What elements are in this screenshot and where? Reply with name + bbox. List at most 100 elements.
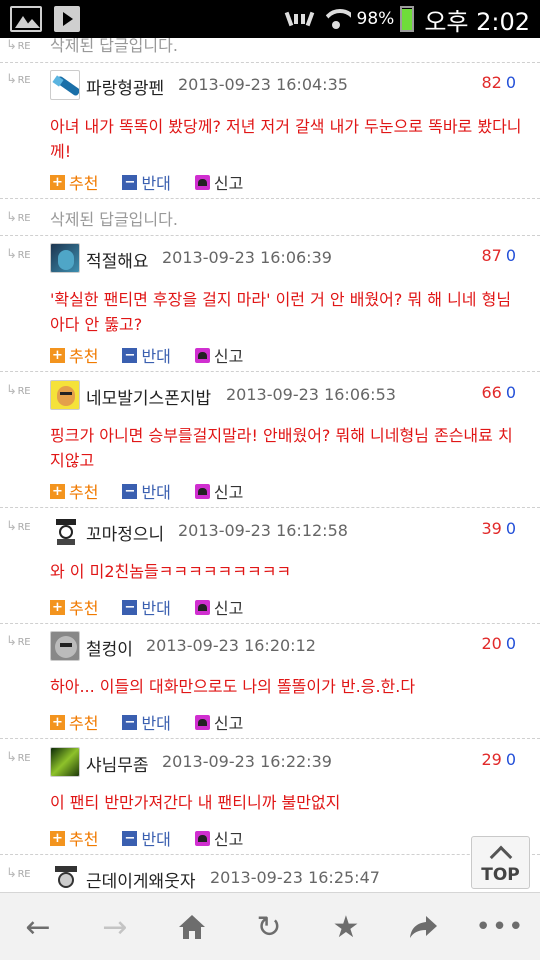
reply-marker: RE <box>6 750 31 765</box>
divider <box>0 738 540 739</box>
divider <box>0 235 540 236</box>
comment-body: 와 이 미2친놈들ㅋㅋㅋㅋㅋㅋㅋㅋㅋ <box>50 562 292 581</box>
comment-list: RE 삭제된 답글입니다. RE 파랑형광펜 2013-09-23 16:04:… <box>0 38 540 892</box>
reply-marker: RE <box>6 519 31 534</box>
forward-button[interactable]: → <box>95 907 135 947</box>
report-button[interactable]: 신고 <box>194 170 243 194</box>
author-nickname[interactable]: 근데이게왜웃자 <box>86 867 195 892</box>
scroll-to-top-button[interactable]: TOP <box>471 836 530 889</box>
report-button[interactable]: 신고 <box>194 826 243 850</box>
plus-icon: + <box>50 174 65 190</box>
share-icon <box>410 916 437 938</box>
oppose-button[interactable]: − 반대 <box>122 343 171 367</box>
oppose-button[interactable]: − 반대 <box>122 479 171 503</box>
report-button[interactable]: 신고 <box>194 595 243 619</box>
vote-score: 66 0 <box>481 383 516 402</box>
browser-toolbar: ← → ↻ ★ ••• <box>0 892 540 960</box>
upvote-count: 20 <box>481 634 502 653</box>
recommend-button[interactable]: + 추천 <box>50 595 98 619</box>
divider <box>0 371 540 372</box>
recommend-button[interactable]: + 추천 <box>50 710 98 734</box>
status-bar: 98% 오후 2:02 <box>0 0 540 38</box>
avatar[interactable] <box>50 243 80 273</box>
reply-marker: RE <box>6 72 31 87</box>
avatar[interactable] <box>50 70 80 100</box>
report-button[interactable]: 신고 <box>194 479 243 503</box>
downvote-count: 0 <box>505 246 516 265</box>
author-nickname[interactable]: 꼬마정으니 <box>86 520 164 545</box>
bookmark-button[interactable]: ★ <box>326 907 366 947</box>
list-item: RE 철컹이 2013-09-23 16:20:12 200 하아... 이들의… <box>0 628 540 738</box>
siren-icon <box>194 483 210 499</box>
reload-icon: ↻ <box>256 909 282 945</box>
avatar[interactable] <box>50 516 80 546</box>
vote-score: 29 0 <box>481 750 516 769</box>
recommend-button[interactable]: + 추천 <box>50 343 98 367</box>
home-button[interactable] <box>172 907 212 947</box>
upvote-count: 29 <box>481 750 502 769</box>
downvote-count: 0 <box>505 519 516 538</box>
gallery-icon <box>10 6 42 32</box>
report-button[interactable]: 신고 <box>194 343 243 367</box>
more-button[interactable]: ••• <box>476 907 524 947</box>
plus-icon: + <box>50 347 65 363</box>
report-button[interactable]: 신고 <box>194 710 243 734</box>
deleted-reply-text: 삭제된 답글입니다. <box>50 38 178 55</box>
oppose-button[interactable]: − 반대 <box>122 710 171 734</box>
deleted-reply-text: 삭제된 답글입니다. <box>50 210 178 229</box>
vote-score: 87 0 <box>481 246 516 265</box>
avatar[interactable] <box>50 747 80 777</box>
list-item: RE 근데이게왜웃자 2013-09-23 16:25:47 <box>0 860 540 892</box>
comment-date: 2013-09-23 16:20:12 <box>146 636 316 655</box>
list-item: RE 네모발기스폰지밥 2013-09-23 16:06:53 660 핑크가 … <box>0 377 540 507</box>
avatar[interactable] <box>50 380 80 410</box>
siren-icon <box>194 830 210 846</box>
author-nickname[interactable]: 적절해요 <box>86 247 149 272</box>
reload-button[interactable]: ↻ <box>249 907 289 947</box>
vote-score: 82 0 <box>481 73 516 92</box>
oppose-button[interactable]: − 반대 <box>122 826 171 850</box>
comment-date: 2013-09-23 16:25:47 <box>210 868 380 887</box>
author-nickname[interactable]: 철컹이 <box>86 635 133 660</box>
list-item: RE 삭제된 답글입니다. <box>0 38 540 56</box>
comment-actions: + 추천 − 반대 신고 <box>50 710 267 734</box>
plus-icon: + <box>50 714 65 730</box>
author-nickname[interactable]: 파랑형광펜 <box>86 74 164 99</box>
vote-score: 39 0 <box>481 519 516 538</box>
comment-actions: + 추천 − 반대 신고 <box>50 479 267 503</box>
comment-date: 2013-09-23 16:12:58 <box>178 521 348 540</box>
comment-body: 이 팬티 반만가져간다 내 팬티니까 불만없지 <box>50 793 341 812</box>
avatar[interactable] <box>50 631 80 661</box>
siren-icon <box>194 347 210 363</box>
author-nickname[interactable]: 네모발기스폰지밥 <box>86 384 211 409</box>
back-icon: ← <box>25 909 51 945</box>
recommend-button[interactable]: + 추천 <box>50 479 98 503</box>
avatar[interactable] <box>50 863 80 892</box>
back-button[interactable]: ← <box>18 907 58 947</box>
comment-body: 하아... 이들의 대화만으로도 나의 똘똘이가 반.응.한.다 <box>50 677 416 696</box>
share-button[interactable] <box>403 907 443 947</box>
siren-icon <box>194 174 210 190</box>
recommend-button[interactable]: + 추천 <box>50 826 98 850</box>
oppose-button[interactable]: − 반대 <box>122 595 171 619</box>
reply-marker: RE <box>6 38 31 53</box>
comment-date: 2013-09-23 16:06:53 <box>226 385 396 404</box>
divider <box>0 623 540 624</box>
author-nickname[interactable]: 샤님무좀 <box>86 751 149 776</box>
play-store-icon <box>54 6 80 32</box>
battery-percent: 98% <box>356 9 395 29</box>
downvote-count: 0 <box>505 750 516 769</box>
recommend-button[interactable]: + 추천 <box>50 170 98 194</box>
list-item: RE 샤님무좀 2013-09-23 16:22:39 290 이 팬티 반만가… <box>0 744 540 854</box>
oppose-button[interactable]: − 반대 <box>122 170 171 194</box>
minus-icon: − <box>122 714 138 730</box>
comment-actions: + 추천 − 반대 신고 <box>50 595 267 619</box>
divider <box>0 507 540 508</box>
wifi-icon <box>321 7 351 31</box>
minus-icon: − <box>122 599 138 615</box>
forward-icon: → <box>102 909 128 945</box>
mute-icon <box>284 8 315 30</box>
battery-icon <box>400 6 415 32</box>
reply-marker: RE <box>6 210 31 225</box>
reply-marker: RE <box>6 634 31 649</box>
